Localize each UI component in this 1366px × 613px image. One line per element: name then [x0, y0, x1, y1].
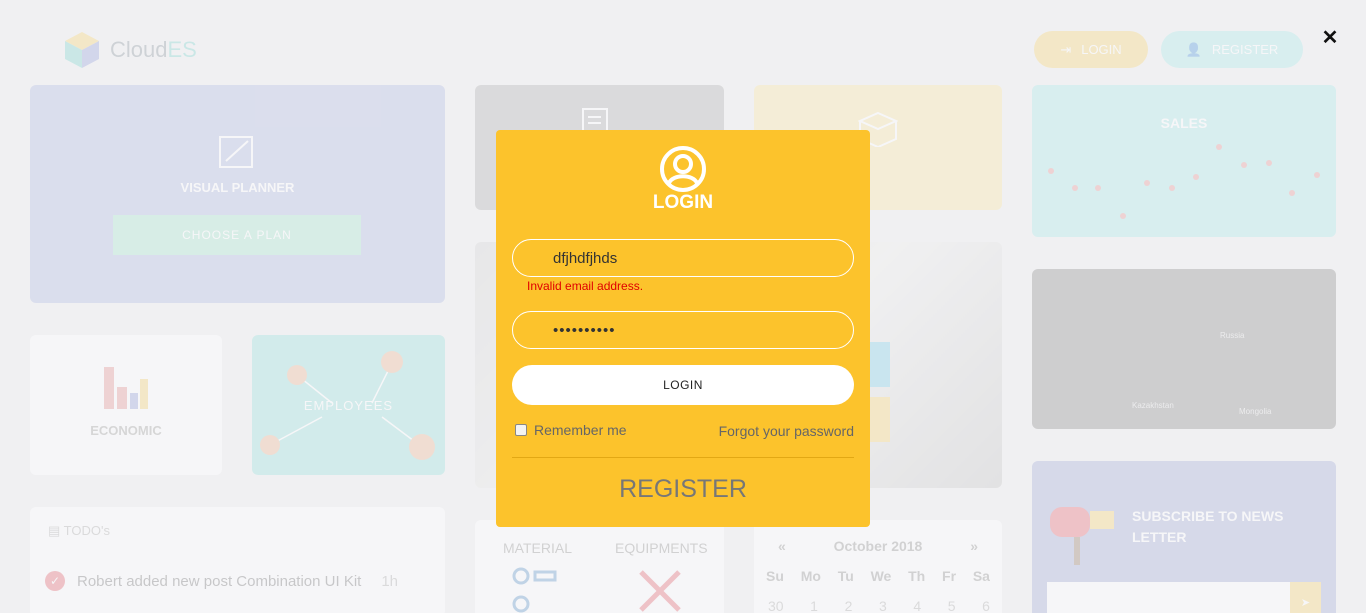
remember-me-checkbox[interactable]	[515, 424, 527, 436]
user-circle-icon	[660, 146, 706, 192]
login-title: LOGIN	[652, 192, 714, 213]
register-link[interactable]: REGISTER	[496, 475, 870, 504]
forgot-password-link[interactable]: Forgot your password	[719, 423, 854, 439]
divider	[512, 457, 854, 458]
password-field[interactable]: ••••••••••	[512, 311, 854, 349]
login-modal: LOGIN dfjhdfjhds Invalid email address. …	[496, 130, 870, 527]
email-error-message: Invalid email address.	[527, 279, 644, 293]
email-field[interactable]: dfjhdfjhds	[512, 239, 854, 277]
close-icon[interactable]: ✕	[1318, 25, 1342, 49]
remember-me-label: Remember me	[534, 422, 627, 438]
login-button[interactable]: LOGIN	[512, 365, 854, 405]
remember-me[interactable]: Remember me	[515, 422, 627, 438]
